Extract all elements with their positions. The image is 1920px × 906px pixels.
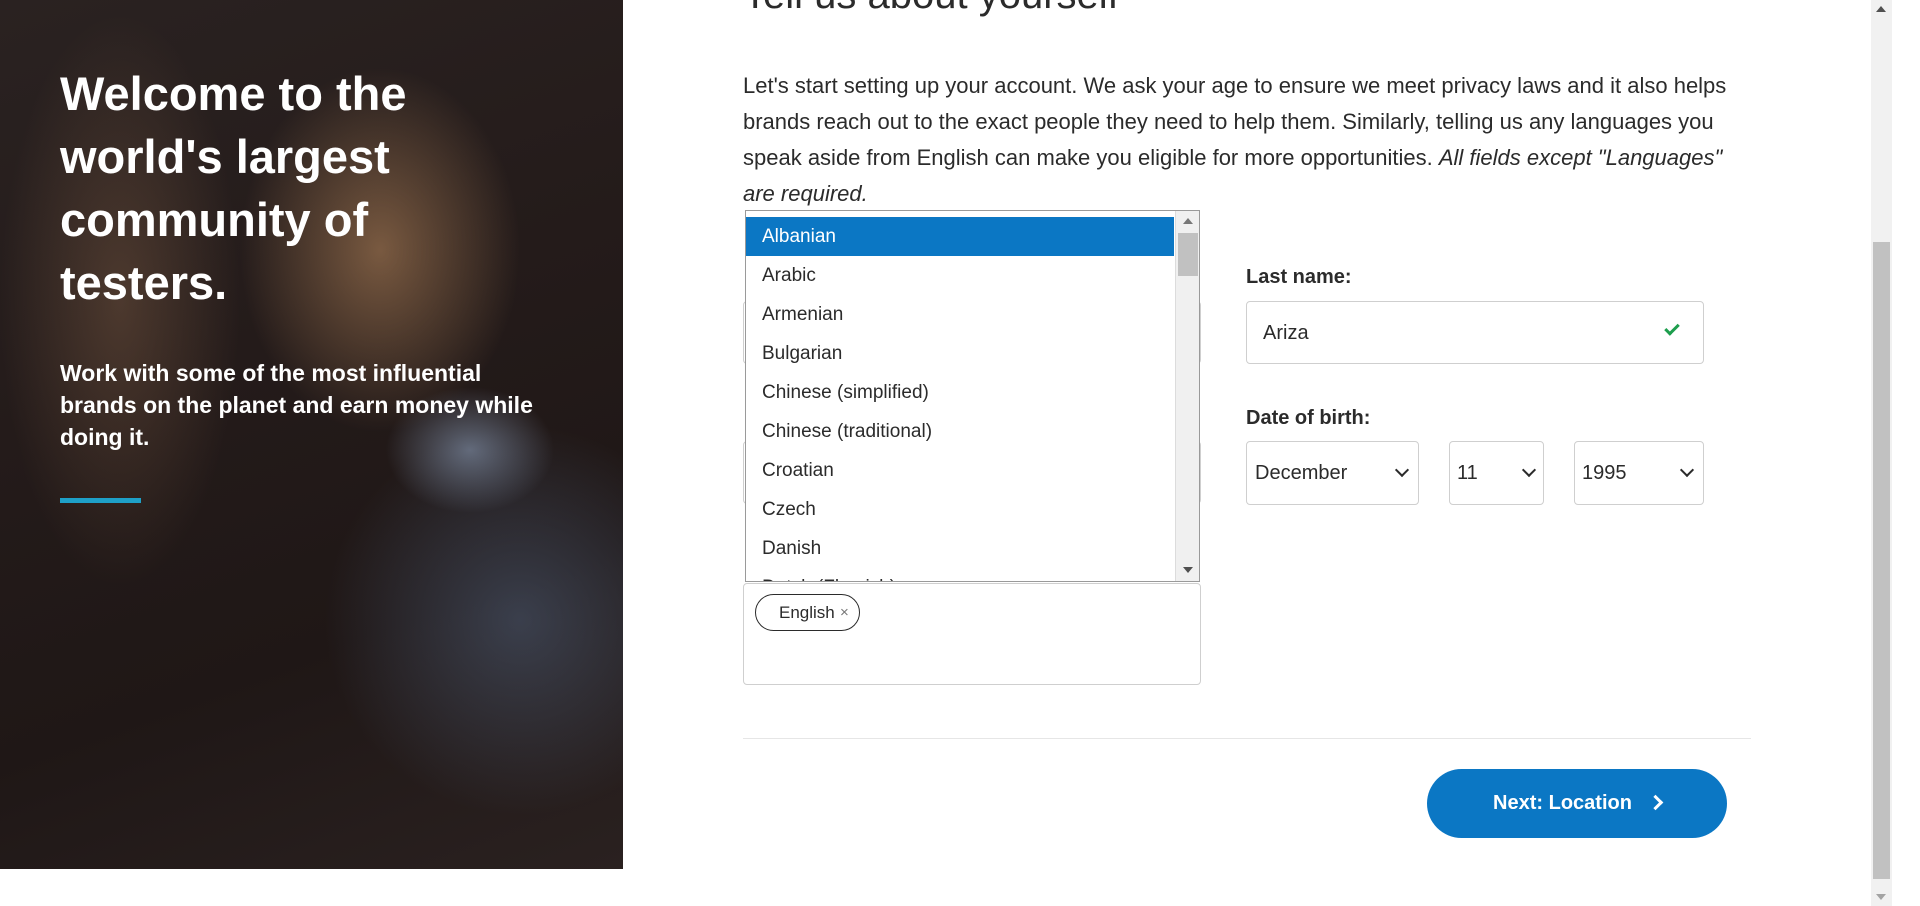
next-button-label: Next: Location (1493, 792, 1632, 814)
dropdown-option[interactable]: Dutch (Flemish) (746, 568, 1174, 581)
chevron-down-icon (1521, 462, 1537, 478)
hero-panel: Welcome to the world's largest community… (0, 0, 623, 869)
page-scroll-thumb[interactable] (1873, 242, 1890, 879)
dob-year-value: 1995 (1582, 462, 1627, 484)
dropdown-option[interactable]: Albanian (746, 217, 1174, 256)
dropdown-option[interactable]: Armenian (746, 295, 1174, 334)
hero-subtitle: Work with some of the most influential b… (60, 360, 533, 450)
last-name-value: Ariza (1263, 322, 1309, 344)
dob-year-select[interactable]: 1995 (1574, 441, 1704, 505)
language-chip: English × (755, 594, 860, 631)
page-scrollbar[interactable] (1871, 0, 1892, 906)
dropdown-scrollbar[interactable] (1175, 211, 1199, 581)
scroll-down-icon[interactable] (1183, 567, 1193, 573)
last-name-field[interactable]: Ariza (1246, 301, 1704, 364)
scroll-down-icon[interactable] (1876, 894, 1886, 900)
hero-title: Welcome to the world's largest community… (60, 67, 407, 309)
dob-day-select[interactable]: 11 (1449, 441, 1544, 505)
scroll-up-icon[interactable] (1183, 218, 1193, 224)
languages-field[interactable]: English × (743, 583, 1201, 685)
hero-accent-bar (60, 498, 141, 503)
dob-label: Date of birth: (1246, 407, 1371, 429)
dropdown-scroll-thumb[interactable] (1178, 233, 1198, 276)
dropdown-option[interactable]: Bulgarian (746, 334, 1174, 373)
dob-month-value: December (1255, 462, 1348, 484)
check-icon (1664, 320, 1680, 336)
dropdown-option[interactable]: Croatian (746, 451, 1174, 490)
divider (743, 738, 1751, 739)
language-dropdown-list[interactable]: Albanian Arabic Armenian Bulgarian Chine… (745, 210, 1200, 582)
scroll-up-icon[interactable] (1876, 6, 1886, 12)
dob-day-value: 11 (1457, 462, 1478, 484)
remove-chip-icon[interactable]: × (840, 595, 849, 630)
next-location-button[interactable]: Next: Location (1427, 769, 1727, 838)
dropdown-option[interactable]: Danish (746, 529, 1174, 568)
language-chip-label: English (779, 603, 835, 622)
dob-month-select[interactable]: December (1246, 441, 1419, 505)
dropdown-option[interactable]: Chinese (traditional) (746, 412, 1174, 451)
dropdown-option[interactable]: Arabic (746, 256, 1174, 295)
dropdown-option[interactable]: Czech (746, 490, 1174, 529)
chevron-down-icon (1394, 462, 1410, 478)
dropdown-option[interactable]: Chinese (simplified) (746, 373, 1174, 412)
intro-text: Let's start setting up your account. We … (743, 68, 1743, 212)
last-name-label: Last name: (1246, 266, 1352, 288)
chevron-right-icon (1647, 794, 1664, 811)
chevron-down-icon (1679, 462, 1695, 478)
page-title: Tell us about yourself (743, 0, 1119, 17)
